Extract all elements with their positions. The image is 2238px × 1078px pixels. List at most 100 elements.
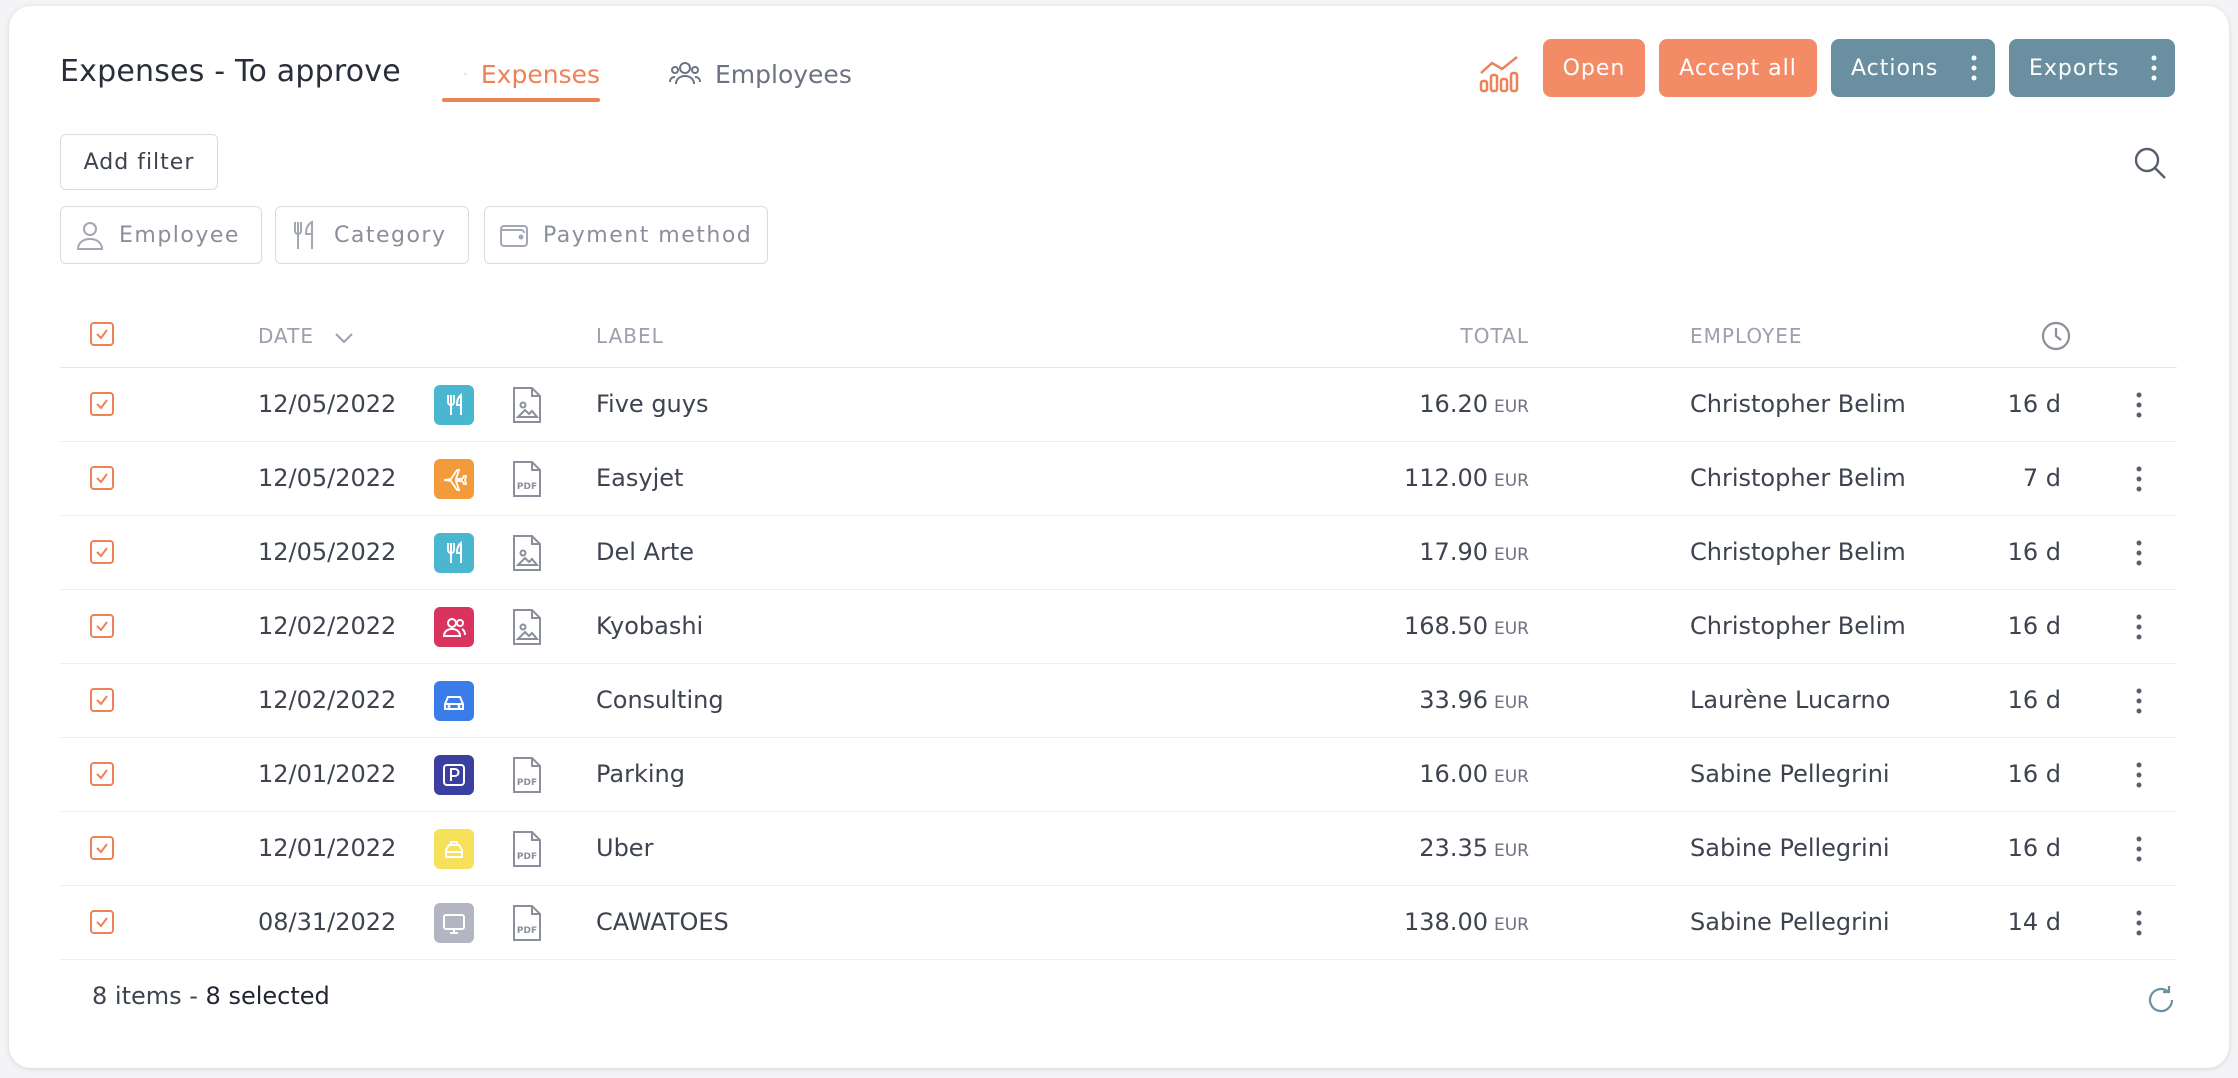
check-icon: [96, 473, 108, 484]
tab-label: Expenses: [480, 59, 600, 89]
row-age: 16 d: [2007, 612, 2061, 640]
filter-chip-employee[interactable]: Employee: [60, 206, 262, 264]
row-amount: 17.90: [1419, 538, 1488, 566]
row-total: 23.35 EUR: [1419, 834, 1529, 862]
row-checkbox[interactable]: [90, 614, 114, 638]
category-flight-icon: [434, 459, 474, 499]
select-all-checkbox[interactable]: [90, 322, 114, 346]
image-file-icon[interactable]: [510, 386, 544, 424]
add-filter-button[interactable]: Add filter: [60, 134, 218, 190]
category-car-icon: [434, 681, 474, 721]
filter-chip-payment-method[interactable]: Payment method: [484, 206, 768, 264]
filter-chip-category[interactable]: Category: [275, 206, 469, 264]
table-row[interactable]: 12/02/2022 Kyobashi 168.50 EUR Christophe…: [60, 590, 2177, 664]
row-currency: EUR: [1494, 767, 1529, 787]
row-checkbox[interactable]: [90, 836, 114, 860]
row-amount: 16.20: [1419, 390, 1488, 418]
chip-label: Employee: [119, 222, 240, 248]
table-row[interactable]: 12/05/2022 Del Arte 17.90 EUR Christopher…: [60, 516, 2177, 590]
row-label: Kyobashi: [596, 612, 704, 640]
row-total: 16.20 EUR: [1419, 390, 1529, 418]
svg-text:PDF: PDF: [517, 778, 537, 788]
table-row[interactable]: 12/05/2022 PDF Easyjet 112.00 EUR Christo…: [60, 442, 2177, 516]
row-employee: Sabine Pellegrini: [1690, 834, 1890, 862]
table-row[interactable]: 12/05/2022 Five guys 16.20 EUR Christophe…: [60, 368, 2177, 442]
row-amount: 33.96: [1419, 686, 1488, 714]
chart-icon[interactable]: [1478, 53, 1520, 93]
kebab-icon[interactable]: [2135, 687, 2143, 715]
column-total[interactable]: TOTAL: [1461, 324, 1529, 348]
check-icon: [96, 399, 108, 410]
row-age: 7 d: [2022, 464, 2061, 492]
check-icon: [96, 329, 108, 340]
chevron-down-icon: [335, 332, 354, 343]
kebab-icon[interactable]: [2135, 909, 2143, 937]
table-row[interactable]: 12/01/2022 PDF Parking 16.00 EUR Sabine P…: [60, 738, 2177, 812]
row-currency: EUR: [1494, 841, 1529, 861]
kebab-icon: [2151, 55, 2157, 81]
table-row[interactable]: 12/02/2022 Consulting 33.96 EUR Laurène L…: [60, 664, 2177, 738]
kebab-icon[interactable]: [2135, 613, 2143, 641]
image-file-icon[interactable]: [510, 608, 544, 646]
row-currency: EUR: [1494, 397, 1529, 417]
kebab-icon[interactable]: [2135, 835, 2143, 863]
exports-button[interactable]: Exports: [2009, 39, 2175, 97]
check-icon: [96, 621, 108, 632]
row-label: CAWATOES: [596, 908, 729, 936]
row-checkbox[interactable]: [90, 688, 114, 712]
column-date[interactable]: DATE: [258, 324, 354, 348]
row-checkbox[interactable]: [90, 540, 114, 564]
row-date: 12/02/2022: [258, 612, 397, 640]
copy-icon: [464, 72, 467, 76]
image-file-icon[interactable]: [510, 534, 544, 572]
row-date: 08/31/2022: [258, 908, 397, 936]
actions-button[interactable]: Actions: [1831, 39, 1995, 97]
search-icon[interactable]: [2133, 146, 2167, 180]
row-total: 17.90 EUR: [1419, 538, 1529, 566]
row-date: 12/02/2022: [258, 686, 397, 714]
row-amount: 23.35: [1419, 834, 1488, 862]
row-total: 138.00 EUR: [1404, 908, 1529, 936]
tab-expenses[interactable]: Expenses: [442, 46, 600, 102]
check-icon: [96, 547, 108, 558]
check-icon: [96, 917, 108, 928]
svg-text:PDF: PDF: [517, 926, 537, 936]
clock-icon[interactable]: [2040, 320, 2072, 352]
row-amount: 112.00: [1404, 464, 1488, 492]
row-employee: Sabine Pellegrini: [1690, 760, 1890, 788]
selected-count: 8 selected: [205, 982, 330, 1010]
row-employee: Christopher Belim: [1690, 390, 1906, 418]
table-row[interactable]: 08/31/2022 PDF CAWATOES 138.00 EUR Sabine…: [60, 886, 2177, 960]
kebab-icon[interactable]: [2135, 465, 2143, 493]
row-employee: Christopher Belim: [1690, 538, 1906, 566]
column-label[interactable]: LABEL: [596, 324, 664, 348]
accept-all-button[interactable]: Accept all: [1659, 39, 1817, 97]
pdf-file-icon[interactable]: PDF: [510, 460, 544, 498]
row-date: 12/01/2022: [258, 760, 397, 788]
row-age: 16 d: [2007, 686, 2061, 714]
row-total: 168.50 EUR: [1404, 612, 1529, 640]
row-date: 12/05/2022: [258, 464, 397, 492]
row-label: Uber: [596, 834, 654, 862]
row-total: 112.00 EUR: [1404, 464, 1529, 492]
kebab-icon[interactable]: [2135, 539, 2143, 567]
column-employee[interactable]: EMPLOYEE: [1690, 324, 1803, 348]
row-checkbox[interactable]: [90, 466, 114, 490]
table-header: DATE LABEL TOTAL EMPLOYEE: [60, 306, 2177, 368]
kebab-icon[interactable]: [2135, 761, 2143, 789]
open-button[interactable]: Open: [1543, 39, 1645, 97]
refresh-icon[interactable]: [2145, 984, 2177, 1016]
pdf-file-icon[interactable]: PDF: [510, 756, 544, 794]
row-date: 12/05/2022: [258, 390, 397, 418]
user-icon: [76, 222, 104, 250]
row-checkbox[interactable]: [90, 910, 114, 934]
row-checkbox[interactable]: [90, 392, 114, 416]
row-checkbox[interactable]: [90, 762, 114, 786]
svg-text:PDF: PDF: [517, 852, 537, 862]
pdf-file-icon[interactable]: PDF: [510, 904, 544, 942]
tab-employees[interactable]: Employees: [669, 46, 859, 102]
pdf-file-icon[interactable]: PDF: [510, 830, 544, 868]
kebab-icon[interactable]: [2135, 391, 2143, 419]
page-title: Expenses - To approve: [60, 54, 401, 89]
table-row[interactable]: 12/01/2022 PDF Uber 23.35 EUR Sabine Pell…: [60, 812, 2177, 886]
